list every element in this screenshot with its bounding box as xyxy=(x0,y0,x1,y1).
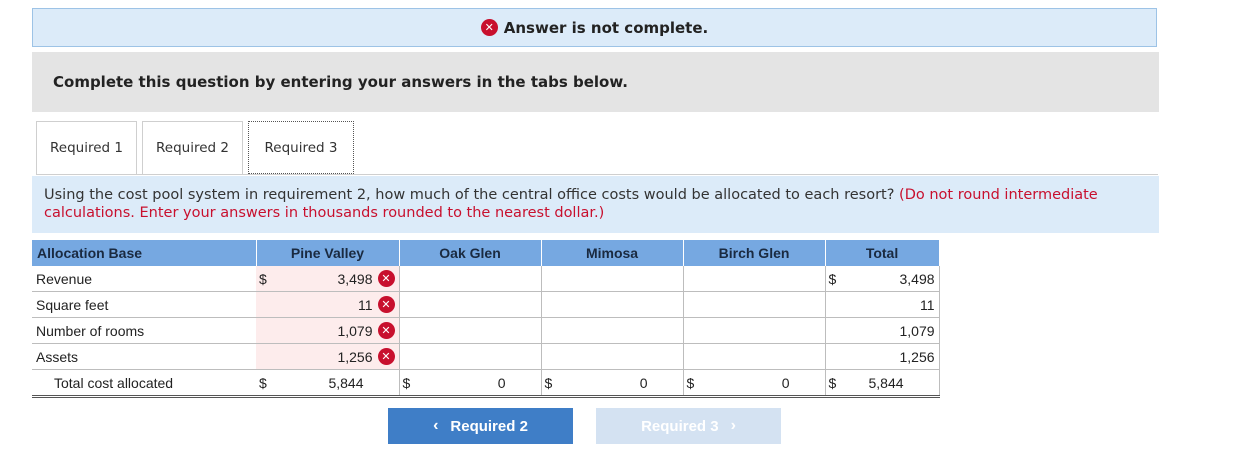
currency-cell xyxy=(399,266,428,292)
currency-cell xyxy=(256,291,284,318)
table-row: Square feet 11 ✕ 11 xyxy=(32,291,940,318)
row-label-number-of-rooms: Number of rooms xyxy=(32,317,256,344)
oak-glen-revenue-input[interactable] xyxy=(427,266,542,292)
mimosa-rooms-input[interactable] xyxy=(569,317,684,344)
oak-glen-square-feet-input[interactable] xyxy=(427,291,542,318)
x-circle-icon: ✕ xyxy=(377,270,395,287)
pine-valley-square-feet-value: 11 xyxy=(357,296,373,313)
header-pine-valley: Pine Valley xyxy=(256,240,400,266)
currency-symbol: $ xyxy=(256,266,284,292)
currency-symbol: $ xyxy=(256,369,284,398)
oak-glen-rooms-input[interactable] xyxy=(427,317,542,344)
currency-symbol: $ xyxy=(825,266,854,292)
total-rooms-value: 1,079 xyxy=(853,317,940,344)
next-required-3-button[interactable]: Required 3 › xyxy=(596,408,781,444)
currency-cell xyxy=(683,291,712,318)
grand-total-value: 5,844 xyxy=(853,369,940,398)
birch-glen-revenue-input[interactable] xyxy=(711,266,826,292)
mimosa-revenue-input[interactable] xyxy=(569,266,684,292)
pine-valley-rooms-value: 1,079 xyxy=(337,322,373,339)
currency-cell xyxy=(399,291,428,318)
instruction-text: Complete this question by entering your … xyxy=(53,73,628,91)
table-header-row: Allocation Base Pine Valley Oak Glen Mim… xyxy=(32,240,940,266)
currency-symbol: $ xyxy=(683,369,712,398)
row-label-square-feet: Square feet xyxy=(32,291,256,318)
next-button-label: Required 3 xyxy=(641,417,719,435)
pine-valley-total-value: 5,844 xyxy=(284,369,400,398)
header-total: Total xyxy=(825,240,940,266)
total-square-feet-value: 11 xyxy=(853,291,940,318)
pine-valley-revenue-value: 3,498 xyxy=(337,270,373,287)
table-row: Assets 1,256 ✕ 1,256 xyxy=(32,343,940,370)
birch-glen-rooms-input[interactable] xyxy=(711,317,826,344)
allocation-table: Allocation Base Pine Valley Oak Glen Mim… xyxy=(32,240,940,398)
answer-status-text: Answer is not complete. xyxy=(503,18,709,37)
prev-required-2-button[interactable]: ‹ Required 2 xyxy=(388,408,573,444)
currency-cell xyxy=(541,343,570,370)
question-text: Using the cost pool system in requiremen… xyxy=(44,187,895,203)
currency-cell xyxy=(541,317,570,344)
total-assets-value: 1,256 xyxy=(853,343,940,370)
currency-symbol: $ xyxy=(825,369,854,398)
currency-cell xyxy=(399,317,428,344)
prev-button-label: Required 2 xyxy=(450,417,528,435)
tab-divider xyxy=(36,174,1158,175)
pine-valley-revenue-input[interactable]: 3,498 ✕ xyxy=(284,266,400,292)
table-row-total: Total cost allocated $ 5,844 $ 0 $ 0 $ 0… xyxy=(32,369,940,398)
currency-cell xyxy=(683,317,712,344)
oak-glen-assets-input[interactable] xyxy=(427,343,542,370)
row-label-total-cost-allocated: Total cost allocated xyxy=(32,369,256,398)
currency-symbol: $ xyxy=(399,369,428,398)
answer-status-banner: ✕ Answer is not complete. xyxy=(32,8,1157,47)
currency-symbol: $ xyxy=(541,369,570,398)
row-label-revenue: Revenue xyxy=(32,266,256,292)
chevron-left-icon: ‹ xyxy=(433,417,439,434)
tab-required-1[interactable]: Required 1 xyxy=(36,121,137,174)
x-circle-icon: ✕ xyxy=(480,19,498,36)
currency-cell xyxy=(541,291,570,318)
currency-cell xyxy=(399,343,428,370)
currency-cell xyxy=(256,317,284,344)
birch-glen-square-feet-input[interactable] xyxy=(711,291,826,318)
currency-cell xyxy=(541,266,570,292)
instruction-bar: Complete this question by entering your … xyxy=(32,52,1159,112)
currency-cell xyxy=(825,343,854,370)
pine-valley-rooms-input[interactable]: 1,079 ✕ xyxy=(284,317,400,344)
tab-required-2[interactable]: Required 2 xyxy=(142,121,243,174)
mimosa-total-value: 0 xyxy=(569,369,684,398)
total-revenue-value: 3,498 xyxy=(853,266,940,292)
currency-cell xyxy=(825,317,854,344)
tab-required-3[interactable]: Required 3 xyxy=(248,121,354,174)
table-row: Revenue $ 3,498 ✕ $ 3,498 xyxy=(32,266,940,292)
header-birch-glen: Birch Glen xyxy=(683,240,826,266)
header-mimosa: Mimosa xyxy=(541,240,684,266)
pine-valley-assets-value: 1,256 xyxy=(337,348,373,365)
currency-cell xyxy=(683,343,712,370)
chevron-right-icon: › xyxy=(730,417,736,434)
birch-glen-total-value: 0 xyxy=(711,369,826,398)
birch-glen-assets-input[interactable] xyxy=(711,343,826,370)
header-oak-glen: Oak Glen xyxy=(399,240,542,266)
currency-cell xyxy=(825,291,854,318)
oak-glen-total-value: 0 xyxy=(427,369,542,398)
pine-valley-square-feet-input[interactable]: 11 ✕ xyxy=(284,291,400,318)
pine-valley-assets-input[interactable]: 1,256 ✕ xyxy=(284,343,400,370)
x-circle-icon: ✕ xyxy=(377,296,395,313)
table-row: Number of rooms 1,079 ✕ 1,079 xyxy=(32,317,940,344)
x-circle-icon: ✕ xyxy=(377,322,395,339)
row-label-assets: Assets xyxy=(32,343,256,370)
question-box: Using the cost pool system in requiremen… xyxy=(32,176,1159,233)
mimosa-assets-input[interactable] xyxy=(569,343,684,370)
x-circle-icon: ✕ xyxy=(377,348,395,365)
currency-cell xyxy=(683,266,712,292)
mimosa-square-feet-input[interactable] xyxy=(569,291,684,318)
currency-cell xyxy=(256,343,284,370)
header-allocation-base: Allocation Base xyxy=(32,240,257,266)
